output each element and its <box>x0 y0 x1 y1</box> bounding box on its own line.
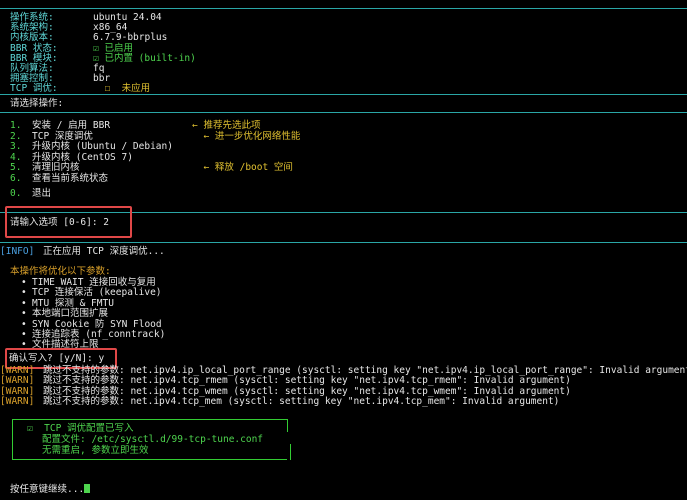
warn-tag: [WARN] <box>0 395 35 407</box>
warn-tag: [WARN] <box>0 375 35 387</box>
result-line-config: 配置文件: /etc/sysctl.d/99-tcp-tune.conf <box>42 434 264 445</box>
menu-item-label[interactable]: 升级内核 (CentOS 7) <box>32 152 133 163</box>
menu-item-label[interactable]: 安装 / 启用 BBR <box>32 121 110 131</box>
menu-divider <box>0 112 687 113</box>
sysinfo-value: ☐ 未应用 <box>93 83 151 95</box>
menu-header: 请选择操作: <box>10 98 64 109</box>
info-message: 正在应用 TCP 深度调优... <box>43 246 165 257</box>
menu-exit-label[interactable]: 退出 <box>32 189 51 199</box>
menu-item-note: ← 推荐先选此项 <box>192 120 261 131</box>
result-box-edge-bottom <box>290 444 291 460</box>
sysinfo-value: ☑ 已内置 (built-in) <box>93 52 196 64</box>
menu-exit-num[interactable]: 0. <box>10 189 21 199</box>
optimize-item: 本地端口范围扩展 <box>32 308 109 320</box>
result-line-note: 无需重启, 参数立即生效 <box>42 445 149 456</box>
menu-item-num[interactable]: 3. <box>10 142 21 152</box>
menu-item-num[interactable]: 6. <box>10 173 21 184</box>
menu-item-num[interactable]: 1. <box>10 121 21 131</box>
warn-message: 跳过不支持的参数: net.ipv4.tcp_mem (sysctl: sett… <box>43 395 560 407</box>
menu-item-label[interactable]: 清理旧内核 <box>32 163 80 173</box>
menu-item-label[interactable]: TCP 深度调优 <box>32 131 93 142</box>
sysinfo-value: 6.7.9-bbrplus <box>93 32 168 44</box>
top-divider <box>0 8 687 9</box>
menu-item-num[interactable]: 4. <box>10 152 21 163</box>
menu-item-label[interactable]: 查看当前系统状态 <box>32 173 108 184</box>
menu-item-num[interactable]: 2. <box>10 131 21 142</box>
menu-item-note: ← 释放 /boot 空间 <box>192 162 293 173</box>
optimize-header: 本操作将优化以下参数: <box>10 266 111 277</box>
option-prompt[interactable]: 请输入选项 [0-6]: 2 <box>10 218 109 228</box>
press-key-prompt[interactable]: 按任意键继续... <box>10 484 91 495</box>
confirm-prompt[interactable]: 确认写入? [y/N]: y <box>9 354 104 364</box>
sysinfo-key: TCP 调优: <box>10 83 58 95</box>
menu-item-label[interactable]: 升级内核 (Ubuntu / Debian) <box>32 142 173 152</box>
sysinfo-key: 内核版本: <box>10 32 54 44</box>
optimize-item: TCP 连接保活 (keepalive) <box>32 287 162 299</box>
press-key-text: 按任意键继续... <box>10 484 85 495</box>
bullet-icon: • <box>21 308 27 320</box>
prompt-bottom-divider <box>0 242 687 243</box>
warn-message: 跳过不支持的参数: net.ipv4.tcp_rmem (sysctl: set… <box>43 375 571 387</box>
result-box-edge-top <box>287 419 288 432</box>
info-divider <box>0 94 687 95</box>
info-tag: [INFO] <box>0 246 35 257</box>
result-line-title: ☑ TCP 调优配置已写入 <box>27 423 134 434</box>
terminal-cursor <box>84 484 91 493</box>
menu-item-note: ← 进一步优化网络性能 <box>192 130 301 142</box>
bullet-icon: • <box>21 287 27 299</box>
menu-item-num[interactable]: 5. <box>10 163 21 173</box>
